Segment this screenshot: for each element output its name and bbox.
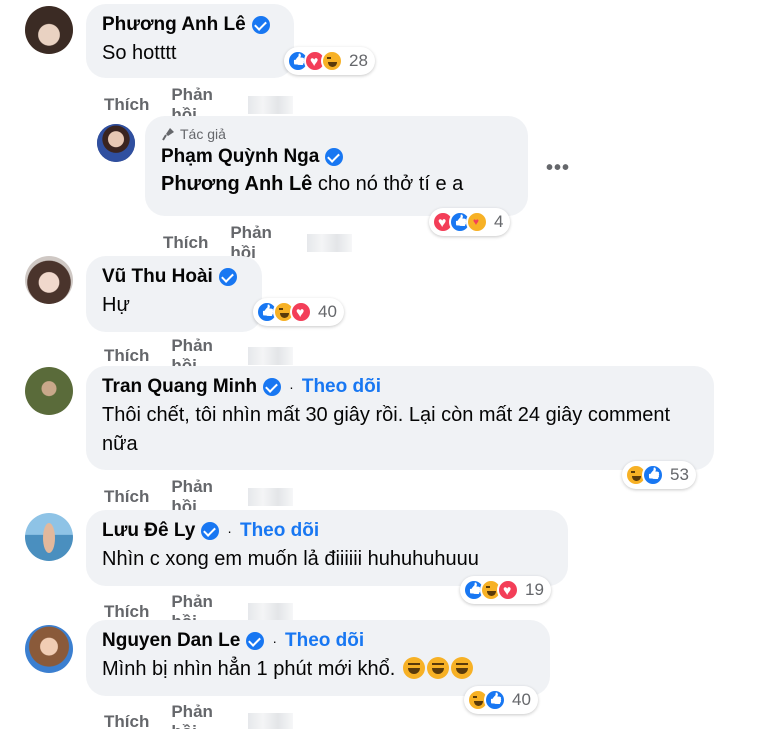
reaction-count: 40 bbox=[512, 690, 531, 709]
haha-reaction-icon bbox=[321, 50, 343, 72]
timestamp-redacted bbox=[248, 347, 293, 365]
author-badge: Tác giả bbox=[161, 126, 512, 142]
reaction-summary[interactable]: 40 bbox=[253, 298, 344, 326]
reaction-count: 28 bbox=[349, 51, 368, 70]
comment-bubble: Tác giả Phạm Quỳnh Nga Phương Anh Lê cho… bbox=[145, 116, 528, 216]
comment-author[interactable]: Tran Quang Minh bbox=[102, 376, 257, 398]
laughing-emoji-icon bbox=[426, 657, 449, 679]
care-reaction-icon bbox=[466, 211, 488, 233]
reply-link[interactable]: Phản hồi bbox=[171, 702, 226, 729]
laughing-emoji-icon bbox=[402, 657, 425, 679]
timestamp-redacted bbox=[248, 713, 293, 729]
comment-text: Mình bị nhìn hẳn 1 phút mới khổ. bbox=[102, 655, 534, 684]
laughing-emoji-icon bbox=[450, 657, 473, 679]
verified-badge-icon bbox=[246, 632, 265, 650]
like-link[interactable]: Thích bbox=[104, 712, 149, 729]
comment-author[interactable]: Nguyen Dan Le bbox=[102, 630, 240, 652]
comment-author[interactable]: Phạm Quỳnh Nga bbox=[161, 146, 319, 168]
comment-bubble: Phương Anh Lê So hotttt bbox=[86, 4, 294, 78]
like-reaction-icon bbox=[484, 689, 506, 711]
reaction-summary[interactable]: 4 bbox=[429, 208, 511, 236]
reaction-count: 19 bbox=[525, 580, 544, 599]
more-options-icon[interactable]: ••• bbox=[546, 157, 570, 180]
comment-text-body: cho nó thở tí e a bbox=[312, 173, 464, 195]
verified-badge-icon bbox=[251, 16, 270, 34]
timestamp-redacted bbox=[248, 488, 293, 506]
comment-bubble: Vũ Thu Hoài Hự bbox=[86, 256, 262, 332]
verified-badge-icon bbox=[218, 268, 237, 286]
follow-button[interactable]: Theo dõi bbox=[285, 630, 364, 652]
verified-badge-icon bbox=[201, 522, 220, 540]
comment-text: Nhìn c xong em muốn lả điiiiii huhuhuhuu… bbox=[102, 548, 479, 570]
comment-text: Thôi chết, tôi nhìn mất 30 giây rồi. Lại… bbox=[102, 404, 671, 455]
avatar[interactable] bbox=[25, 625, 73, 673]
reaction-summary[interactable]: 53 bbox=[622, 461, 696, 489]
follow-button[interactable]: Theo dõi bbox=[240, 520, 319, 542]
verified-badge-icon bbox=[263, 378, 282, 396]
avatar[interactable] bbox=[25, 6, 73, 54]
reaction-count: 53 bbox=[670, 465, 689, 484]
comment-author[interactable]: Lưu Đê Ly bbox=[102, 520, 195, 542]
avatar[interactable] bbox=[25, 367, 73, 415]
comment-text: Phương Anh Lê cho nó thở tí e a bbox=[161, 170, 512, 199]
comment-text: So hotttt bbox=[102, 42, 177, 64]
comment-author[interactable]: Vũ Thu Hoài bbox=[102, 266, 213, 288]
comment-text-body: Mình bị nhìn hẳn 1 phút mới khổ. bbox=[102, 658, 396, 680]
avatar[interactable] bbox=[97, 124, 135, 162]
like-link[interactable]: Thích bbox=[104, 95, 149, 115]
timestamp-redacted bbox=[248, 603, 293, 621]
avatar[interactable] bbox=[25, 256, 73, 304]
follow-button[interactable]: Theo dõi bbox=[302, 376, 381, 398]
like-link[interactable]: Thích bbox=[104, 487, 149, 507]
separator: · bbox=[272, 633, 277, 649]
comment-text: Hự bbox=[102, 294, 130, 316]
mention[interactable]: Phương Anh Lê bbox=[161, 173, 312, 195]
timestamp-redacted bbox=[248, 96, 293, 114]
like-link[interactable]: Thích bbox=[104, 346, 149, 366]
reaction-summary[interactable]: 28 bbox=[284, 47, 375, 75]
avatar[interactable] bbox=[25, 513, 73, 561]
verified-badge-icon bbox=[325, 148, 344, 166]
comment-bubble: Nguyen Dan Le · Theo dõi Mình bị nhìn hẳ… bbox=[86, 620, 550, 696]
separator: · bbox=[227, 523, 232, 539]
author-badge-label: Tác giả bbox=[180, 126, 226, 142]
separator: · bbox=[289, 379, 294, 395]
love-reaction-icon bbox=[497, 579, 519, 601]
like-link[interactable]: Thích bbox=[163, 233, 208, 253]
reaction-count: 40 bbox=[318, 302, 337, 321]
reaction-summary[interactable]: 19 bbox=[460, 576, 551, 604]
love-reaction-icon bbox=[290, 301, 312, 323]
like-reaction-icon bbox=[642, 464, 664, 486]
comment-author[interactable]: Phương Anh Lê bbox=[102, 14, 246, 36]
microphone-icon bbox=[161, 127, 175, 141]
timestamp-redacted bbox=[307, 234, 352, 252]
like-link[interactable]: Thích bbox=[104, 602, 149, 622]
comment-bubble: Tran Quang Minh · Theo dõi Thôi chết, tô… bbox=[86, 366, 714, 470]
reaction-count: 4 bbox=[494, 212, 504, 231]
comment-bubble: Lưu Đê Ly · Theo dõi Nhìn c xong em muốn… bbox=[86, 510, 568, 586]
reaction-summary[interactable]: 40 bbox=[464, 686, 538, 714]
